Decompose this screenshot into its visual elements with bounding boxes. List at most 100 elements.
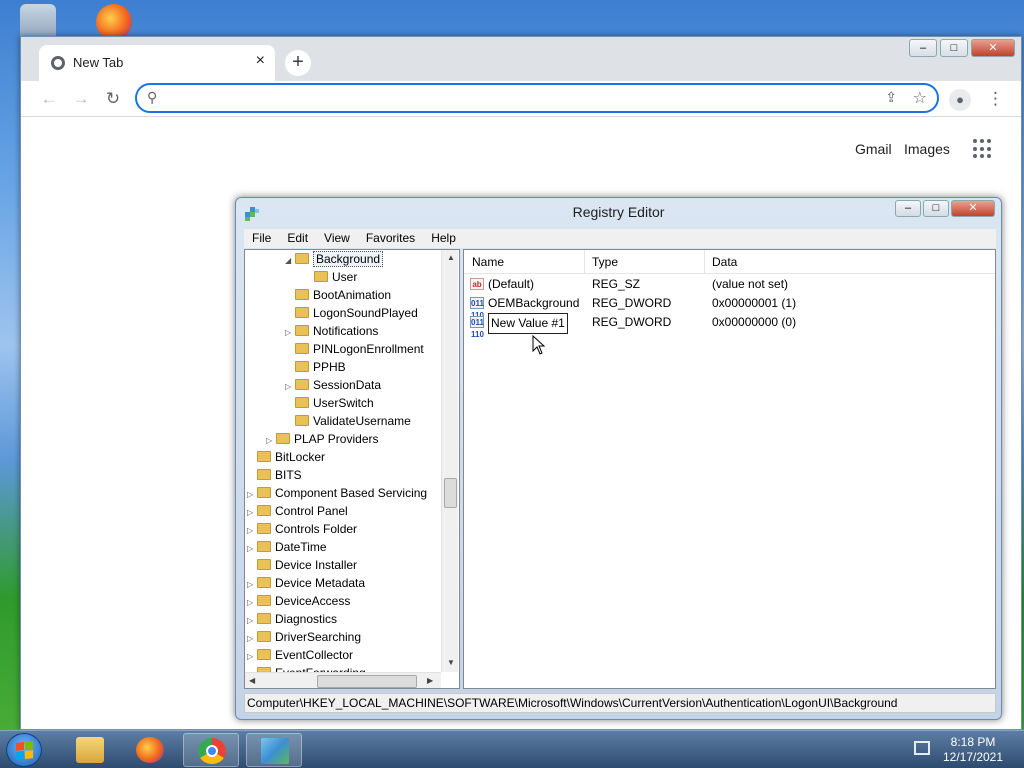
folder-icon: [257, 649, 271, 660]
status-bar-path: Computer\HKEY_LOCAL_MACHINE\SOFTWARE\Mic…: [244, 693, 996, 713]
close-button[interactable]: ✕: [951, 200, 995, 217]
address-bar[interactable]: ⚲ ⇪ ☆: [135, 83, 939, 113]
bookmark-star-icon[interactable]: ☆: [913, 88, 927, 108]
start-button[interactable]: [6, 733, 42, 767]
maximize-button[interactable]: □: [923, 200, 949, 217]
taskbar-firefox[interactable]: [122, 733, 178, 767]
chrome-window-controls: – □ ✕: [909, 39, 1015, 59]
tree-item-label: UserSwitch: [313, 396, 374, 410]
tree-item-label: PPHB: [313, 360, 346, 374]
tree-item[interactable]: PINLogonEnrollment: [285, 340, 424, 358]
address-input[interactable]: [169, 89, 849, 107]
reload-icon[interactable]: ↻: [101, 87, 125, 111]
mouse-cursor-icon: [532, 335, 546, 355]
share-icon[interactable]: ⇪: [885, 89, 897, 106]
column-type[interactable]: Type: [592, 255, 618, 269]
folder-icon: [295, 415, 309, 426]
folder-icon: [295, 379, 309, 390]
registry-key-tree: ◢ Background User BootAnimation LogonSoundPl…: [244, 249, 460, 689]
folder-icon: [295, 289, 309, 300]
network-icon[interactable]: [914, 741, 930, 755]
value-name-edit-field[interactable]: New Value #1: [488, 313, 568, 334]
menu-file[interactable]: File: [244, 229, 279, 248]
tree-item[interactable]: UserSwitch: [285, 394, 374, 412]
tree-item[interactable]: ▷ EventCollector: [247, 646, 353, 664]
back-arrow-icon[interactable]: ←: [37, 87, 61, 111]
tree-item[interactable]: ▷ SessionData: [285, 376, 381, 394]
tree-item-label: ValidateUsername: [313, 414, 411, 428]
firefox-desktop-icon[interactable]: [96, 4, 132, 40]
tree-item[interactable]: ▷ Component Based Servicing: [247, 484, 427, 502]
file-explorer-icon: [76, 737, 104, 763]
expand-arrow-icon[interactable]: ◢: [285, 252, 295, 270]
chrome-menu-icon[interactable]: ⋮: [987, 87, 1004, 111]
forward-arrow-icon[interactable]: →: [69, 87, 93, 111]
tree-item-label: DateTime: [275, 540, 327, 554]
tree-item[interactable]: ◢ Background: [285, 250, 384, 270]
folder-icon: [295, 361, 309, 372]
close-button[interactable]: ✕: [971, 39, 1015, 57]
minimize-button[interactable]: –: [895, 200, 921, 217]
tree-item[interactable]: ▷ Diagnostics: [247, 610, 337, 628]
folder-icon: [314, 271, 328, 282]
tree-item[interactable]: ▷ Device Metadata: [247, 574, 365, 592]
value-row[interactable]: 011 110 New Value #1 REG_DWORD 0x00000000 (…: [464, 313, 995, 339]
system-clock[interactable]: 8:18 PM 12/17/2021: [938, 735, 1008, 765]
tab-title: New Tab: [73, 55, 124, 70]
tree-item[interactable]: ▷ DateTime: [247, 538, 327, 556]
menu-view[interactable]: View: [316, 229, 358, 248]
value-type: REG_SZ: [592, 277, 641, 291]
scroll-down-arrow-icon[interactable]: ▼: [447, 658, 455, 667]
value-row[interactable]: 011 110 OEMBackground REG_DWORD 0x00000001 …: [464, 294, 995, 320]
clock-date: 12/17/2021: [942, 750, 1004, 764]
menu-favorites[interactable]: Favorites: [358, 229, 423, 248]
tree-vertical-scrollbar[interactable]: ▲ ▼: [441, 250, 458, 672]
scroll-left-arrow-icon[interactable]: ◀: [249, 676, 255, 685]
tree-item[interactable]: ▷ Control Panel: [247, 502, 348, 520]
tree-hscroll-thumb[interactable]: [317, 675, 417, 688]
window-title: Registry Editor: [572, 204, 665, 220]
column-name[interactable]: Name: [472, 255, 504, 269]
tab-close-icon[interactable]: ×: [256, 52, 265, 70]
tree-item[interactable]: LogonSoundPlayed: [285, 304, 418, 322]
scroll-up-arrow-icon[interactable]: ▲: [447, 253, 455, 262]
new-tab-button[interactable]: +: [285, 50, 311, 76]
profile-avatar-icon[interactable]: ●: [949, 89, 971, 111]
minimize-button[interactable]: –: [909, 39, 937, 57]
menu-edit[interactable]: Edit: [279, 229, 316, 248]
value-row[interactable]: ab (Default) REG_SZ (value not set): [464, 275, 995, 294]
scroll-right-arrow-icon[interactable]: ▶: [427, 676, 433, 685]
clock-time: 8:18 PM: [950, 735, 996, 749]
column-data[interactable]: Data: [712, 255, 737, 269]
tree-item[interactable]: ▷ Notifications: [285, 322, 378, 340]
tree-item[interactable]: BitLocker: [247, 448, 325, 466]
maximize-button[interactable]: □: [940, 39, 968, 57]
taskbar-file-explorer[interactable]: [62, 733, 118, 767]
windows-logo-icon: [16, 741, 33, 760]
value-name: OEMBackground: [488, 296, 580, 310]
tree-item-label: Notifications: [313, 324, 379, 338]
tree-item[interactable]: BootAnimation: [285, 286, 391, 304]
recycle-bin-icon[interactable]: [20, 4, 56, 40]
tree-item[interactable]: PPHB: [285, 358, 346, 376]
menu-help[interactable]: Help: [423, 229, 464, 248]
tree-item[interactable]: BITS: [247, 466, 302, 484]
tree-horizontal-scrollbar[interactable]: ◀ ▶: [245, 672, 441, 688]
string-value-icon: ab: [470, 278, 484, 290]
tree-item[interactable]: ▷ Controls Folder: [247, 520, 357, 538]
tree-item[interactable]: ValidateUsername: [285, 412, 411, 430]
taskbar-registry-editor[interactable]: [246, 733, 302, 767]
tree-item[interactable]: ▷ DriverSearching: [247, 628, 361, 646]
folder-icon: [257, 523, 271, 534]
tree-item[interactable]: ▷ DeviceAccess: [247, 592, 350, 610]
tree-item[interactable]: ▷ PLAP Providers: [266, 430, 379, 448]
taskbar-chrome[interactable]: [183, 733, 239, 767]
tab-new-tab[interactable]: New Tab ×: [39, 45, 275, 81]
tree-item[interactable]: Device Installer: [247, 556, 357, 574]
gmail-link[interactable]: Gmail: [855, 141, 892, 157]
tree-item[interactable]: User: [304, 268, 357, 286]
tree-item-label: Diagnostics: [275, 612, 338, 626]
images-link[interactable]: Images: [904, 141, 950, 157]
tree-scroll-thumb[interactable]: [444, 478, 457, 508]
google-apps-icon[interactable]: [973, 139, 993, 159]
